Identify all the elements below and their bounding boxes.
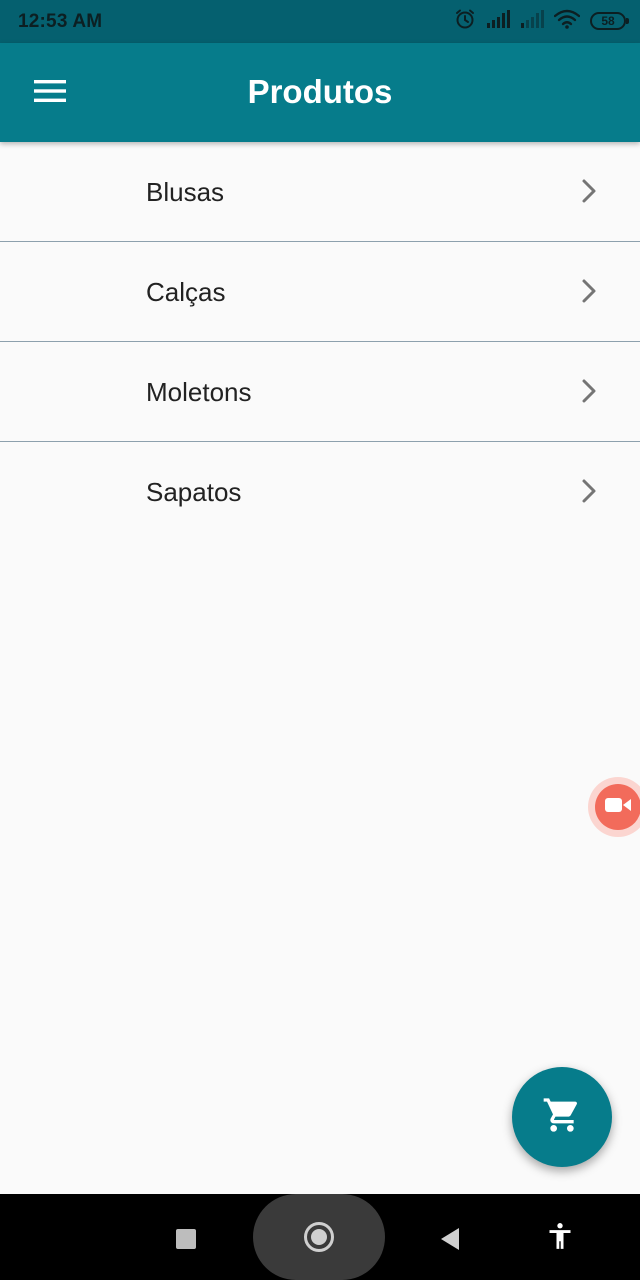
home-button[interactable] [253, 1194, 385, 1280]
list-item-calcas[interactable]: Calças [0, 242, 640, 342]
app-bar: Produtos [0, 43, 640, 142]
chevron-right-icon [578, 478, 600, 504]
home-icon [304, 1222, 334, 1252]
product-list: Blusas Calças Moletons Sapatos [0, 142, 640, 541]
list-item-label: Sapatos [146, 477, 242, 507]
list-item-label: Blusas [146, 177, 225, 207]
list-item-label: Calças [146, 277, 226, 307]
accessibility-icon[interactable] [546, 1222, 574, 1250]
back-icon[interactable] [438, 1226, 462, 1252]
system-nav-bar [0, 1194, 640, 1280]
signal-weak-icon [520, 9, 544, 33]
list-item-blusas[interactable]: Blusas [0, 142, 640, 242]
status-time: 12:53 AM [18, 11, 103, 32]
chevron-right-icon [578, 378, 600, 404]
battery-icon: 58 [590, 12, 629, 30]
screen-record-button[interactable] [588, 777, 640, 837]
status-icons: 58 [454, 8, 629, 35]
recent-apps-icon[interactable] [176, 1229, 196, 1249]
wifi-icon [553, 9, 581, 34]
cart-fab-button[interactable] [512, 1067, 612, 1167]
shopping-cart-icon [542, 1095, 582, 1140]
video-camera-icon [604, 796, 632, 819]
record-bubble-inner [595, 784, 640, 830]
list-item-sapatos[interactable]: Sapatos [0, 442, 640, 541]
page-title: Produtos [247, 73, 393, 110]
status-bar: 12:53 AM 58 [0, 0, 640, 43]
list-item-label: Moletons [146, 377, 252, 407]
signal-icon [486, 9, 510, 33]
list-item-moletons[interactable]: Moletons [0, 342, 640, 442]
chevron-right-icon [578, 178, 600, 204]
chevron-right-icon [578, 278, 600, 304]
alarm-icon [454, 8, 476, 35]
